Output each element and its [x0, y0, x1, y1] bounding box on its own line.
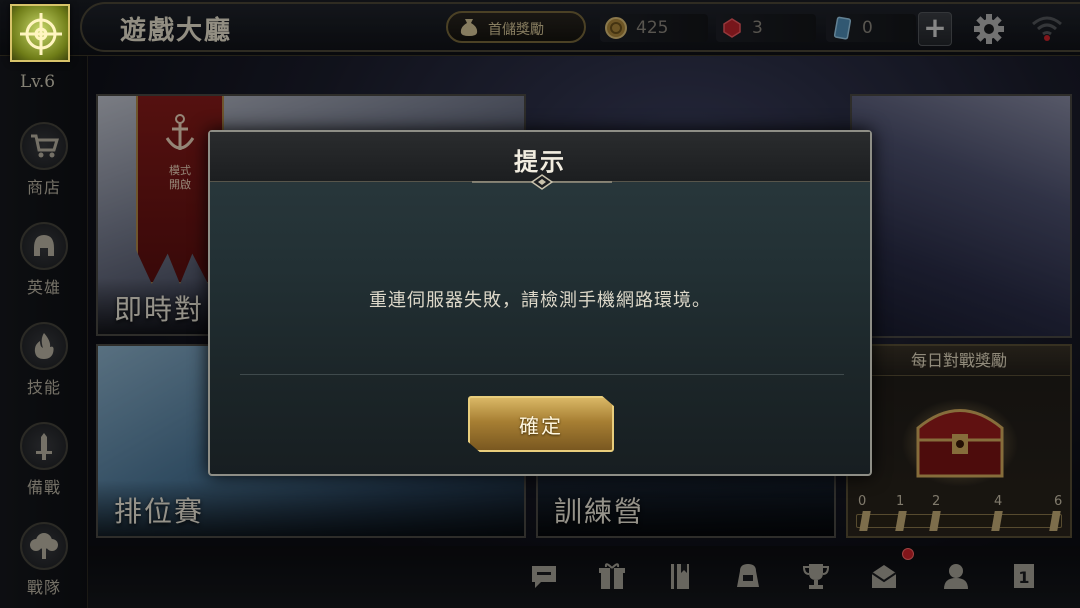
header-ornament-icon: [472, 174, 612, 190]
dialog-title: 提示: [514, 148, 566, 176]
crosshair-emblem-icon: [20, 13, 62, 55]
player-avatar[interactable]: [10, 4, 70, 62]
dialog-divider: [240, 374, 844, 375]
dialog-message: 重連伺服器失敗，請檢測手機網路環境。: [369, 290, 711, 311]
reconnect-failed-dialog: 提示 重連伺服器失敗，請檢測手機網路環境。 確定: [208, 130, 872, 476]
confirm-button[interactable]: 確定: [468, 396, 614, 452]
